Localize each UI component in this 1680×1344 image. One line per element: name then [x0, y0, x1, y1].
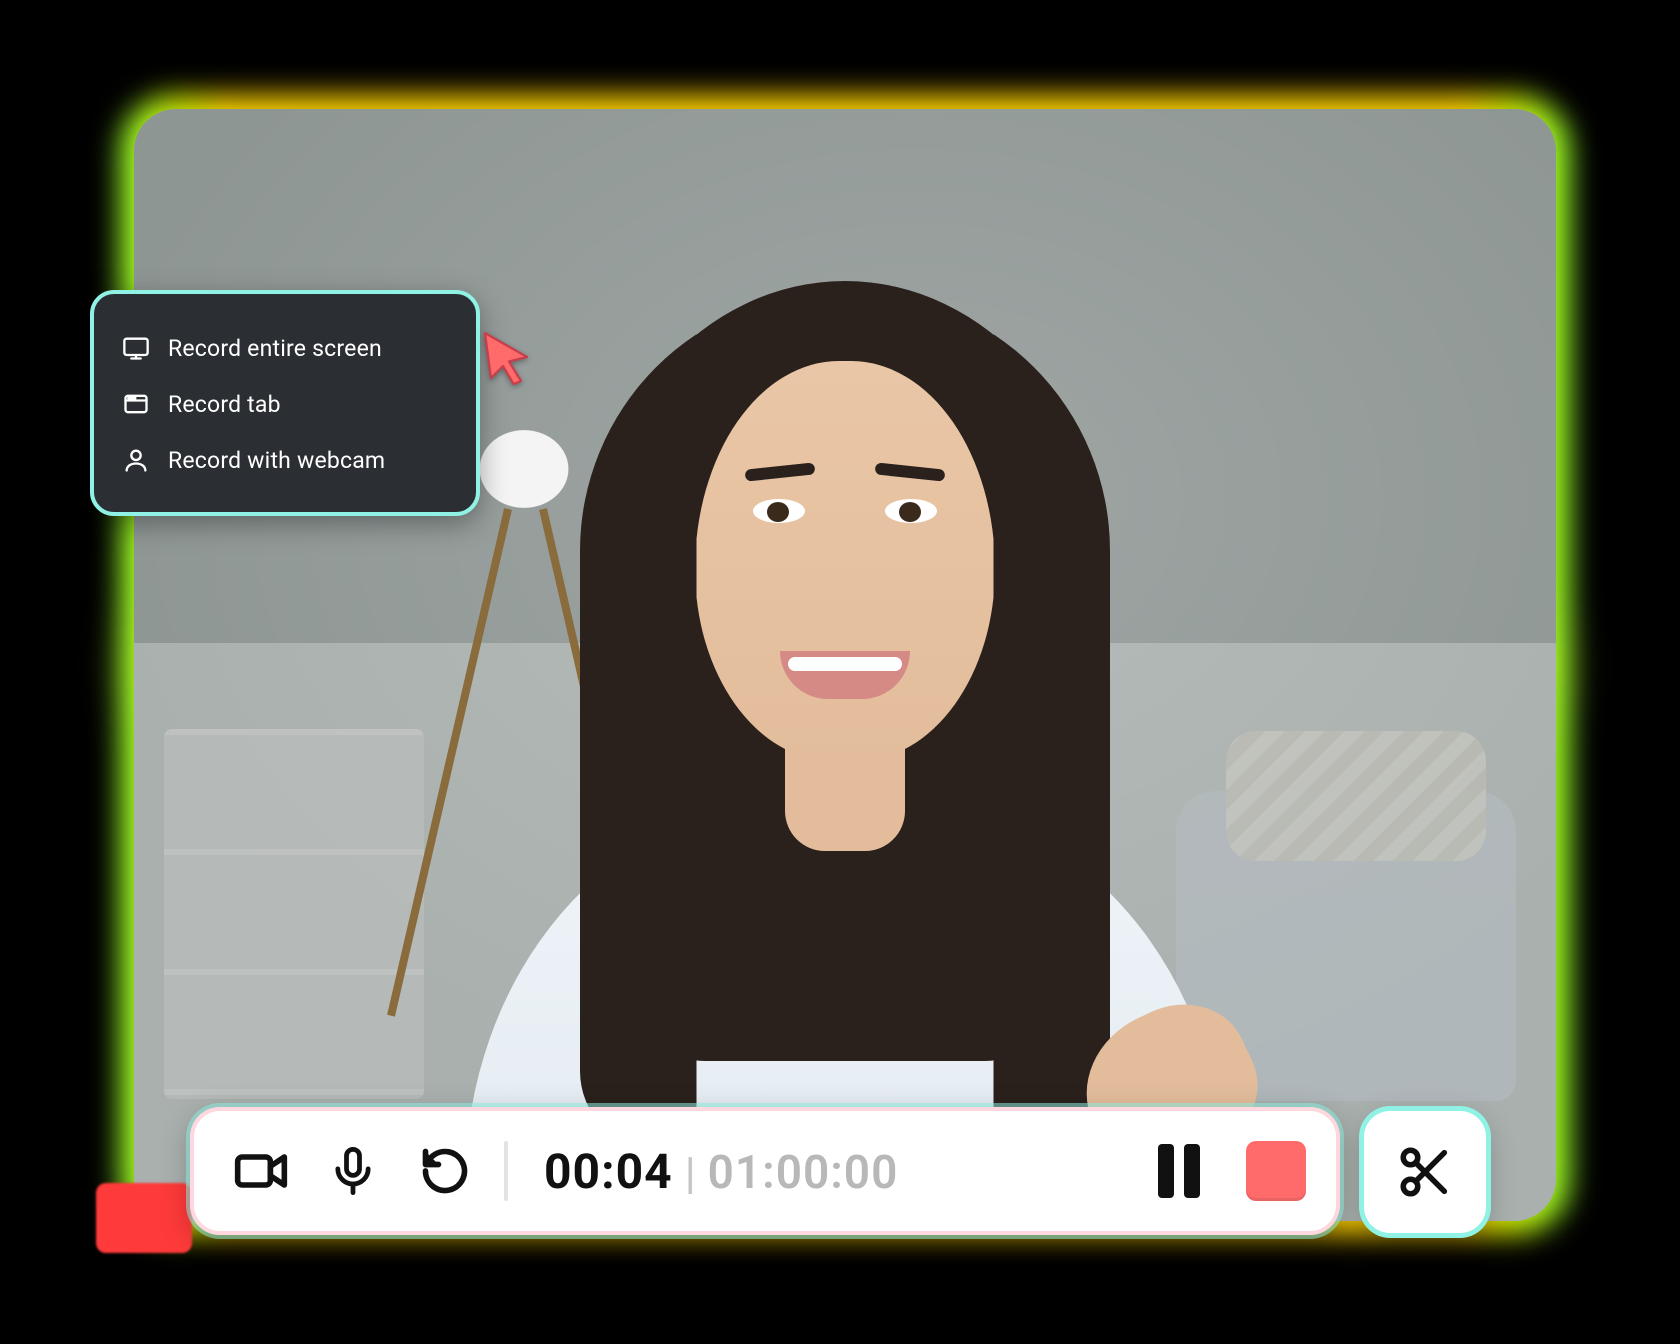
- accent-red-block: [96, 1183, 192, 1253]
- recorder-stage: Record entire screen Record tab Record w…: [120, 95, 1570, 1235]
- trim-button[interactable]: [1364, 1111, 1486, 1233]
- stop-button[interactable]: [1246, 1141, 1306, 1201]
- pause-icon: [1158, 1144, 1174, 1198]
- bg-shelf: [164, 729, 424, 1099]
- restart-button[interactable]: [408, 1134, 482, 1208]
- time-separator: |: [685, 1147, 696, 1199]
- recording-time: 00:04 | 01:00:00: [534, 1143, 1132, 1200]
- menu-item-record-tab[interactable]: Record tab: [118, 376, 452, 432]
- camera-toggle-button[interactable]: [224, 1134, 298, 1208]
- menu-item-label: Record with webcam: [168, 449, 385, 472]
- toolbar-divider: [504, 1141, 508, 1201]
- pause-icon: [1184, 1144, 1200, 1198]
- time-total: 01:00:00: [708, 1146, 899, 1200]
- monitor-icon: [122, 334, 150, 362]
- microphone-toggle-button[interactable]: [316, 1134, 390, 1208]
- time-elapsed: 00:04: [544, 1143, 673, 1200]
- restart-icon: [419, 1145, 471, 1197]
- scissors-icon: [1396, 1143, 1454, 1201]
- person-icon: [122, 446, 150, 474]
- menu-item-record-webcam[interactable]: Record with webcam: [118, 432, 452, 488]
- record-source-menu: Record entire screen Record tab Record w…: [90, 290, 480, 516]
- stop-icon: [1246, 1141, 1306, 1201]
- menu-item-label: Record entire screen: [168, 337, 382, 360]
- microphone-icon: [327, 1145, 379, 1197]
- menu-item-label: Record tab: [168, 393, 281, 416]
- webcam-preview: [134, 109, 1556, 1221]
- preview-person: [395, 261, 1295, 1221]
- pause-button[interactable]: [1150, 1142, 1208, 1200]
- camera-icon: [233, 1143, 289, 1199]
- menu-item-record-screen[interactable]: Record entire screen: [118, 320, 452, 376]
- tab-icon: [122, 390, 150, 418]
- recording-toolbar: 00:04 | 01:00:00: [190, 1107, 1340, 1235]
